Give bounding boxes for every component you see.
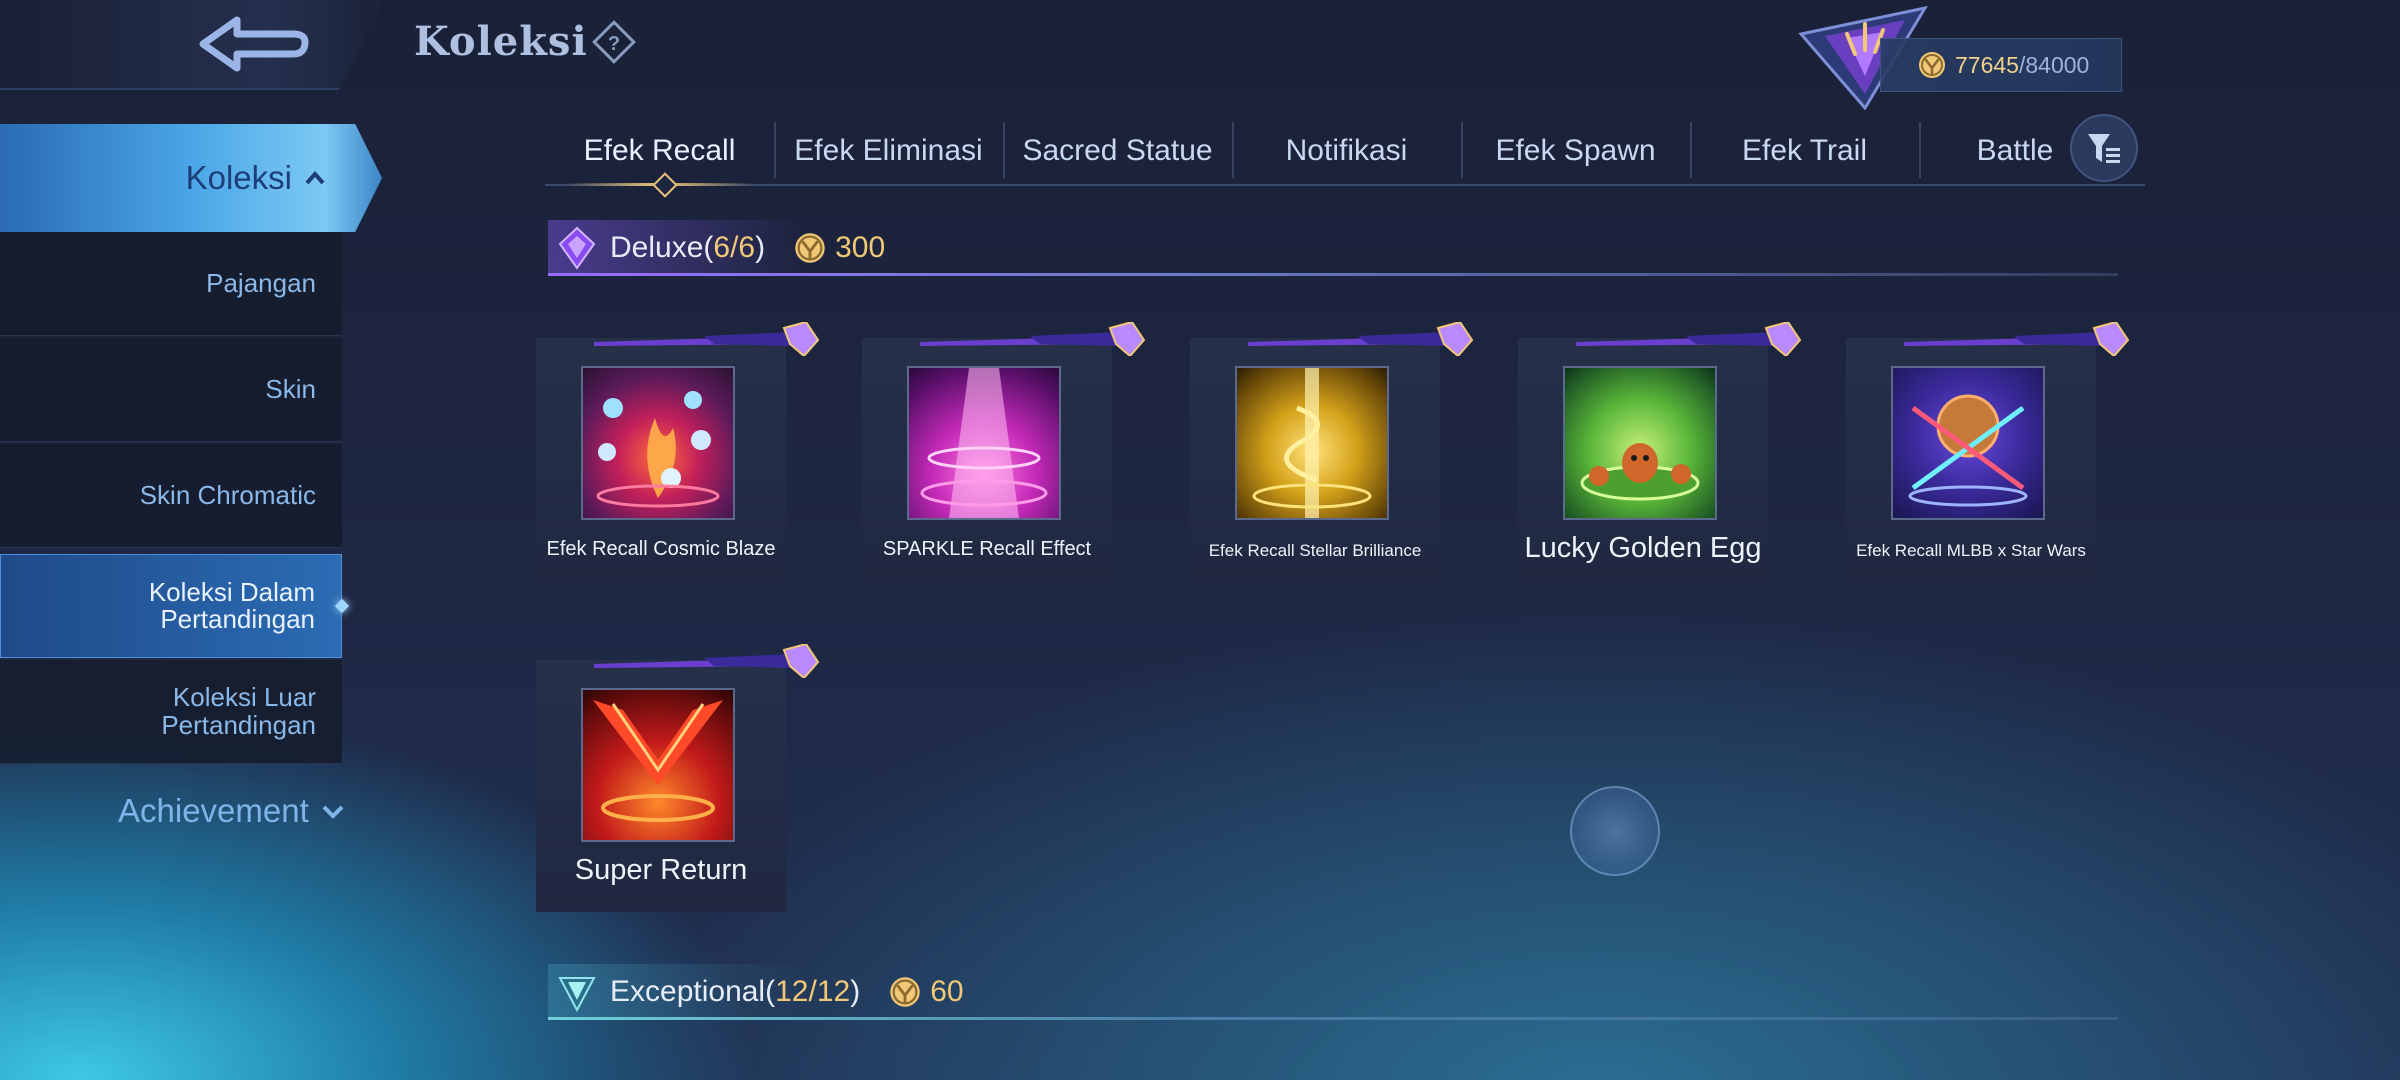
item-thumbnail <box>1891 366 2045 520</box>
item-thumbnail <box>581 688 735 842</box>
coin-icon <box>890 977 920 1007</box>
points-current: 77645 <box>1955 51 2019 78</box>
section-paren-open: ( <box>703 231 714 264</box>
deluxe-ribbon <box>1248 322 1474 356</box>
item-name: Lucky Golden Egg <box>1524 532 1762 564</box>
section-count: 6/6 <box>713 231 756 264</box>
tab-notifikasi[interactable]: Notifikasi <box>1232 118 1461 184</box>
section-paren-open: ( <box>765 975 776 1008</box>
section-points: 300 <box>835 231 886 264</box>
sidebar-item-koleksi[interactable]: Koleksi <box>0 124 382 232</box>
chevron-down-icon <box>322 805 344 819</box>
back-button[interactable] <box>190 10 320 80</box>
help-icon: ? <box>592 20 636 64</box>
floating-joystick[interactable] <box>1570 786 1660 876</box>
achievement-label: Achievement <box>118 792 309 829</box>
chevron-up-icon <box>305 170 325 185</box>
item-card-super-return[interactable]: Super Return <box>536 644 820 912</box>
section-paren-close: ) <box>850 975 861 1008</box>
item-name: Efek Recall Stellar Brilliance <box>1208 541 1422 560</box>
deluxe-ribbon <box>1576 322 1802 356</box>
item-thumbnail <box>581 366 735 520</box>
sidebar-item-label: Koleksi Dalam Pertandingan <box>148 576 315 634</box>
sidebar-item-label: Skin Chromatic <box>139 479 316 510</box>
deluxe-ribbon <box>1904 322 2130 356</box>
sidebar-item-koleksi-dalam-pertandingan[interactable]: Koleksi Dalam Pertandingan <box>0 554 342 658</box>
tab-sacred-statue[interactable]: Sacred Statue <box>1003 118 1232 184</box>
category-tabs: Efek Recall Efek Eliminasi Sacred Statue… <box>545 118 2145 186</box>
section-divider <box>548 273 2118 276</box>
section-divider <box>548 1017 2118 1020</box>
collection-points: 77645/84000 <box>1880 38 2122 92</box>
deluxe-ribbon <box>594 322 820 356</box>
achievement-dropdown[interactable]: Achievement <box>118 792 345 830</box>
item-card-stellar-brilliance[interactable]: Efek Recall Stellar Brilliance <box>1190 322 1474 590</box>
page-title: Koleksi <box>414 18 588 65</box>
section-name: Exceptional <box>610 975 766 1008</box>
sidebar-item-label: Pajangan <box>206 267 316 298</box>
section-points: 60 <box>930 975 964 1008</box>
section-name: Deluxe <box>610 231 704 264</box>
help-button[interactable]: ? <box>592 20 636 64</box>
item-name: SPARKLE Recall Effect <box>882 538 1092 560</box>
sidebar-item-skin-chromatic[interactable]: Skin Chromatic <box>0 444 342 548</box>
sidebar-active-label: Koleksi <box>185 159 292 196</box>
deluxe-ribbon <box>920 322 1146 356</box>
sidebar-item-label: Skin <box>265 373 316 404</box>
coin-icon <box>1919 52 1945 78</box>
section-exceptional-header: Exceptional(12/12) 60 <box>548 964 2118 1020</box>
exceptional-gem-icon <box>558 977 596 1012</box>
sidebar-item-label: Koleksi Luar Pertandingan <box>161 682 316 740</box>
filter-button[interactable] <box>2070 114 2138 182</box>
item-name: Efek Recall MLBB x Star Wars <box>1856 541 2086 560</box>
item-thumbnail <box>907 366 1061 520</box>
sidebar-item-skin[interactable]: Skin <box>0 338 342 442</box>
tab-efek-eliminasi[interactable]: Efek Eliminasi <box>774 118 1003 184</box>
item-thumbnail <box>1235 366 1389 520</box>
item-name: Efek Recall Cosmic Blaze <box>546 538 776 560</box>
tab-efek-recall[interactable]: Efek Recall <box>545 118 774 186</box>
tab-efek-spawn[interactable]: Efek Spawn <box>1461 118 1690 184</box>
deluxe-gem-icon <box>558 226 596 270</box>
section-paren-close: ) <box>755 231 766 264</box>
item-thumbnail <box>1563 366 1717 520</box>
coin-icon <box>795 233 825 263</box>
sidebar-item-koleksi-luar-pertandingan[interactable]: Koleksi Luar Pertandingan <box>0 660 342 764</box>
section-count: 12/12 <box>775 975 851 1008</box>
svg-text:?: ? <box>608 33 620 55</box>
item-card-cosmic-blaze[interactable]: Efek Recall Cosmic Blaze <box>536 322 820 590</box>
section-deluxe-header: Deluxe(6/6) 300 <box>548 220 2118 276</box>
back-arrow-icon <box>199 16 309 72</box>
item-card-mlbb-star-wars[interactable]: Efek Recall MLBB x Star Wars <box>1846 322 2130 590</box>
deluxe-ribbon <box>594 644 820 678</box>
item-name: Super Return <box>574 854 748 886</box>
item-card-lucky-golden-egg[interactable]: Lucky Golden Egg <box>1518 322 1802 590</box>
item-card-sparkle[interactable]: SPARKLE Recall Effect <box>862 322 1146 590</box>
sidebar-item-pajangan[interactable]: Pajangan <box>0 232 342 336</box>
points-max: 84000 <box>2025 51 2090 78</box>
tab-efek-trail[interactable]: Efek Trail <box>1690 118 1919 184</box>
filter-icon <box>2088 134 2120 163</box>
